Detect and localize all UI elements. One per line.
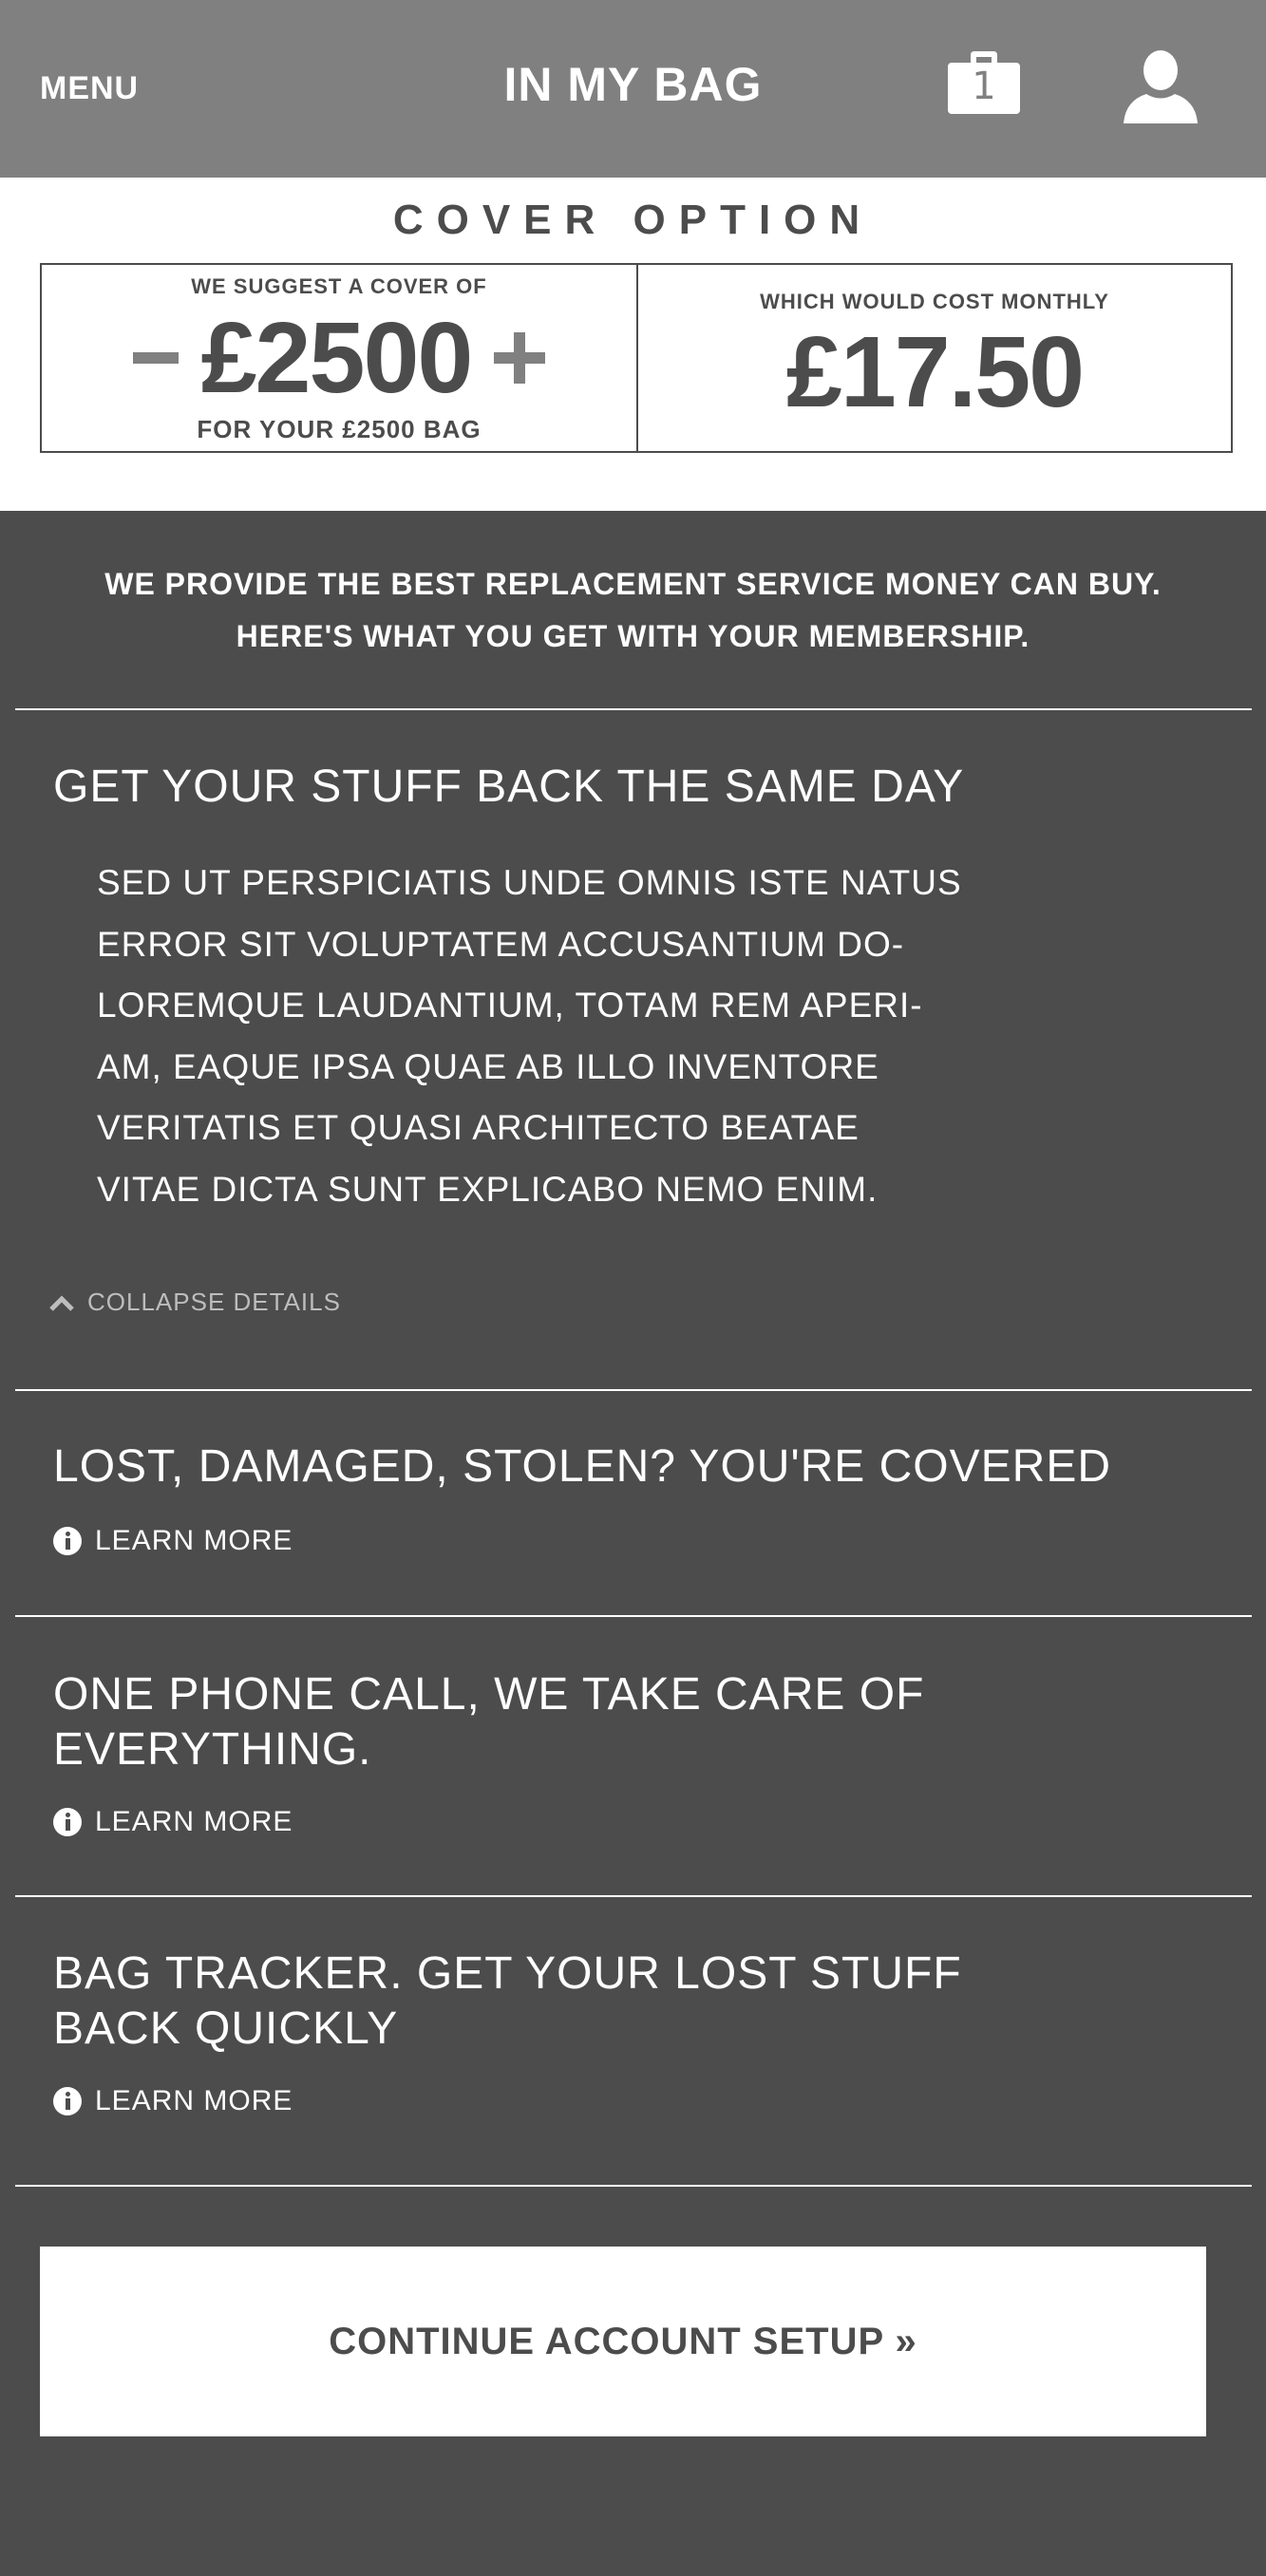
increase-cover-button[interactable] (494, 331, 546, 384)
benefit-title-bag-tracker[interactable]: BAG TRACKER. GET YOUR LOST STUFF BACK QU… (53, 1946, 962, 2057)
collapse-details-label: COLLAPSE DETAILS (87, 1288, 341, 1316)
monthly-cost-value: £17.50 (785, 316, 1085, 428)
divider (15, 1615, 1252, 1617)
cover-summary-box: WE SUGGEST A COVER OF £2500 FOR YOUR £25… (40, 263, 1233, 453)
benefit-title-same-day[interactable]: GET YOUR STUFF BACK THE SAME DAY (53, 760, 964, 815)
details-line: VITAE DICTA SUNT EXPLICABO NEMO ENIM. (97, 1169, 879, 1209)
cover-option-panel: COVER OPTION WE SUGGEST A COVER OF £2500… (0, 178, 1266, 511)
page-title: IN MY BAG (503, 58, 763, 111)
info-icon (53, 1808, 82, 1836)
divider (15, 1895, 1252, 1897)
benefit-title-line: ONE PHONE CALL, WE TAKE CARE OF (53, 1669, 925, 1720)
details-line: ERROR SIT VOLUPTATEM ACCUSANTIUM DO- (97, 924, 905, 964)
account-button[interactable] (1124, 49, 1198, 123)
details-line: AM, EAQUE IPSA QUAE AB ILLO INVENTORE (97, 1046, 879, 1086)
learn-more-link[interactable]: LEARN MORE (53, 2085, 293, 2117)
benefit-details-text: SED UT PERSPICIATIS UNDE OMNIS ISTE NATU… (97, 853, 1009, 1220)
monthly-cost-label: WHICH WOULD COST MONTHLY (760, 290, 1109, 313)
intro-line-1: WE PROVIDE THE BEST REPLACEMENT SERVICE … (104, 567, 1162, 601)
amount-stepper: £2500 (42, 303, 636, 412)
cover-heading: COVER OPTION (392, 197, 874, 243)
details-line: SED UT PERSPICIATIS UNDE OMNIS ISTE NATU… (97, 863, 962, 902)
cover-amount: £2500 (200, 301, 474, 414)
suggest-label: WE SUGGEST A COVER OF (191, 274, 487, 298)
learn-more-label: LEARN MORE (95, 1806, 293, 1837)
divider (15, 1389, 1252, 1391)
app-header: MENU IN MY BAG 1 (0, 0, 1266, 178)
benefit-title-covered[interactable]: LOST, DAMAGED, STOLEN? YOU'RE COVERED (53, 1439, 1111, 1495)
membership-intro: WE PROVIDE THE BEST REPLACEMENT SERVICE … (0, 558, 1266, 663)
intro-line-2: HERE'S WHAT YOU GET WITH YOUR MEMBERSHIP… (236, 619, 1030, 653)
decrease-cover-button[interactable] (132, 351, 179, 364)
divider (15, 2185, 1252, 2187)
info-icon (53, 1527, 82, 1555)
continue-account-setup-button[interactable]: CONTINUE ACCOUNT SETUP » (40, 2247, 1206, 2436)
divider (15, 708, 1252, 710)
bag-value-label: FOR YOUR £2500 BAG (197, 415, 482, 443)
benefit-title-phone-call[interactable]: ONE PHONE CALL, WE TAKE CARE OF EVERYTHI… (53, 1667, 924, 1777)
learn-more-link[interactable]: LEARN MORE (53, 1806, 293, 1838)
monthly-cost-panel: WHICH WOULD COST MONTHLY £17.50 (638, 265, 1231, 451)
benefit-title-line: EVERYTHING. (53, 1724, 372, 1775)
learn-more-label: LEARN MORE (95, 2085, 293, 2116)
collapse-details-button[interactable]: COLLAPSE DETAILS (49, 1288, 341, 1317)
chevron-up-icon (49, 1294, 74, 1311)
details-line: LOREMQUE LAUDANTIUM, TOTAM REM APERI- (97, 986, 923, 1025)
user-icon (1124, 50, 1198, 123)
bag-button[interactable]: 1 (948, 49, 1020, 114)
benefit-title-line: BACK QUICKLY (53, 2003, 399, 2054)
info-icon (53, 2087, 82, 2115)
details-line: VERITATIS ET QUASI ARCHITECTO BEATAE (97, 1108, 860, 1147)
continue-button-label: CONTINUE ACCOUNT SETUP » (329, 2320, 917, 2362)
benefit-title-line: BAG TRACKER. GET YOUR LOST STUFF (53, 1948, 962, 1999)
cover-amount-selector: WE SUGGEST A COVER OF £2500 FOR YOUR £25… (42, 265, 638, 451)
learn-more-label: LEARN MORE (95, 1525, 293, 1556)
learn-more-link[interactable]: LEARN MORE (53, 1525, 293, 1557)
bag-count-badge: 1 (972, 65, 996, 108)
